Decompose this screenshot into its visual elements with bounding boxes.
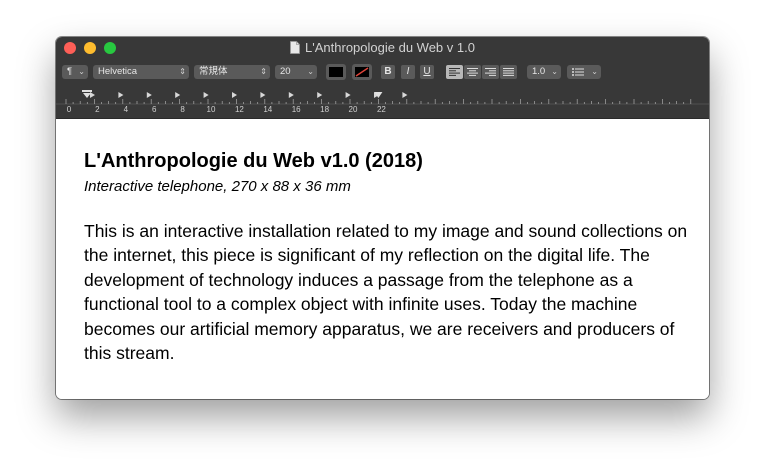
document-area[interactable]: L'Anthropologie du Web v1.0 (2018) Inter… bbox=[56, 119, 709, 399]
document-icon bbox=[290, 41, 300, 54]
updown-arrows-icon: ⇕ bbox=[260, 67, 267, 76]
ruler-label: 22 bbox=[376, 105, 386, 114]
align-left-button[interactable] bbox=[446, 65, 463, 79]
font-size-value: 20 bbox=[280, 66, 291, 77]
tab-stop-marker[interactable] bbox=[90, 92, 95, 98]
underline-button[interactable]: U bbox=[420, 65, 434, 79]
align-center-icon bbox=[467, 68, 478, 76]
no-color-icon bbox=[355, 67, 369, 77]
chevron-down-icon: ⌄ bbox=[551, 67, 558, 76]
ruler-label: 4 bbox=[123, 105, 129, 114]
font-style-value: 常規体 bbox=[199, 66, 228, 77]
ruler[interactable]: 0 2 4 6 8 10 12 14 16 18 20 22 bbox=[56, 85, 709, 119]
paragraph-style-popup[interactable]: ¶ ⌄ bbox=[62, 65, 88, 79]
font-size-combo[interactable]: 20 ⌄ bbox=[275, 65, 317, 79]
text-color-swatch bbox=[329, 67, 343, 77]
format-toolbar: ¶ ⌄ Helvetica ⇕ 常規体 ⇕ 20 ⌄ B I U 1.0 ⌄ ⌄ bbox=[56, 59, 709, 85]
ruler-label: 8 bbox=[180, 105, 185, 114]
document-subtitle: Interactive telephone, 270 x 88 x 36 mm bbox=[84, 178, 351, 195]
tab-stop-marker[interactable] bbox=[232, 92, 237, 98]
tab-stop-marker[interactable] bbox=[402, 92, 408, 98]
window-title-area: L'Anthropologie du Web v 1.0 bbox=[56, 40, 709, 55]
document-title: L'Anthropologie du Web v1.0 (2018) bbox=[84, 150, 423, 172]
ruler-label: 10 bbox=[206, 105, 216, 114]
ruler-label: 6 bbox=[151, 105, 157, 114]
chevron-down-icon: ⌄ bbox=[307, 67, 314, 76]
font-style-popup[interactable]: 常規体 ⇕ bbox=[194, 65, 270, 79]
align-left-icon bbox=[449, 68, 460, 76]
document-body: This is an interactive installation rela… bbox=[84, 221, 688, 364]
tab-stop-marker[interactable] bbox=[146, 92, 152, 98]
list-bullets-icon bbox=[572, 68, 584, 76]
ruler-label: 12 bbox=[234, 105, 244, 114]
align-right-button[interactable] bbox=[482, 65, 499, 79]
tab-stop-marker[interactable] bbox=[118, 92, 124, 98]
highlight-color-well[interactable] bbox=[352, 64, 372, 80]
window-title: L'Anthropologie du Web v 1.0 bbox=[305, 40, 475, 55]
tab-stop-marker[interactable] bbox=[175, 92, 181, 98]
ruler-label: 14 bbox=[263, 105, 273, 114]
tab-stop-marker[interactable] bbox=[345, 92, 351, 98]
align-center-button[interactable] bbox=[464, 65, 481, 79]
italic-button[interactable]: I bbox=[401, 65, 415, 79]
justify-button[interactable] bbox=[500, 65, 517, 79]
ruler-label: 18 bbox=[320, 105, 330, 114]
tab-stop-marker[interactable] bbox=[203, 92, 209, 98]
ruler-label: 2 bbox=[95, 105, 100, 114]
align-right-icon bbox=[485, 68, 496, 76]
ruler-label: 20 bbox=[348, 105, 358, 114]
title-bar[interactable]: L'Anthropologie du Web v 1.0 bbox=[56, 37, 709, 59]
paragraph-style-label: ¶ bbox=[67, 66, 73, 77]
line-spacing-popup[interactable]: 1.0 ⌄ bbox=[527, 65, 561, 79]
line-spacing-value: 1.0 bbox=[532, 66, 546, 77]
font-family-value: Helvetica bbox=[98, 66, 138, 77]
ruler-label: 0 bbox=[66, 105, 72, 114]
tab-stop-marker[interactable] bbox=[288, 92, 294, 98]
font-family-popup[interactable]: Helvetica ⇕ bbox=[93, 65, 189, 79]
updown-arrows-icon: ⇕ bbox=[179, 67, 186, 76]
chevron-down-icon: ⌄ bbox=[78, 67, 85, 76]
chevron-down-icon: ⌄ bbox=[591, 67, 598, 76]
tab-stop-marker[interactable] bbox=[317, 92, 323, 98]
justify-icon bbox=[503, 68, 514, 76]
ruler-label: 16 bbox=[291, 105, 301, 114]
list-bullets-popup[interactable]: ⌄ bbox=[567, 65, 601, 79]
tab-stop-marker[interactable] bbox=[260, 92, 266, 98]
text-color-well[interactable] bbox=[326, 64, 346, 80]
textedit-window: L'Anthropologie du Web v 1.0 ¶ ⌄ Helveti… bbox=[56, 37, 709, 399]
bold-button[interactable]: B bbox=[381, 65, 395, 79]
